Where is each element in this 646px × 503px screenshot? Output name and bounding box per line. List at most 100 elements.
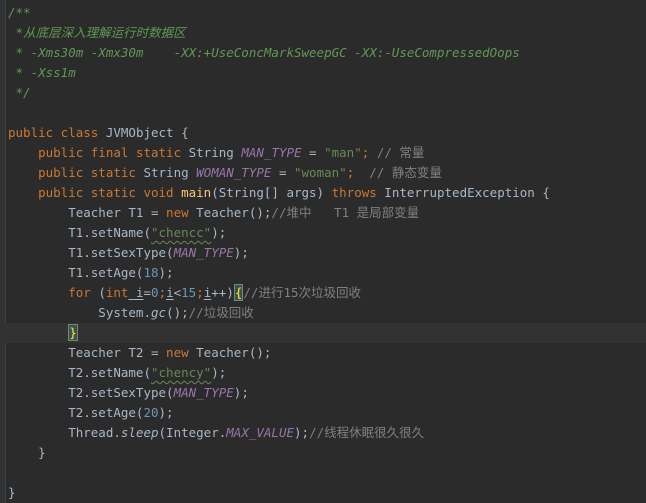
code-line-19: T2.setName("chency"); <box>8 363 226 383</box>
type-name: String <box>135 165 197 180</box>
static-method-call: sleep <box>120 425 159 440</box>
code-editor[interactable]: /** *从底层深入理解运行时数据区 * -Xms30m -Xmx30m -XX… <box>0 0 646 503</box>
statement: Teacher(); <box>188 345 272 360</box>
closing-brace: } <box>8 445 46 460</box>
closing-brace: } <box>8 485 16 500</box>
statement: ); <box>233 245 249 260</box>
statement: Teacher T1 = <box>8 205 167 220</box>
line-comment: //堆中 T1 是局部变量 <box>271 205 420 220</box>
operator: = <box>271 165 294 180</box>
line-comment: //进行15次垃圾回收 <box>243 285 361 300</box>
statement: System. <box>8 305 151 320</box>
code-line-14: T1.setAge(18); <box>8 263 174 283</box>
matched-brace: } <box>68 324 78 341</box>
code-line-1: /** <box>8 3 31 23</box>
keyword: for <box>68 285 91 300</box>
statement: T1.setAge( <box>8 265 144 280</box>
statement: Teacher(); <box>188 205 272 220</box>
statement: Teacher T2 = <box>8 345 167 360</box>
statement: ); <box>158 405 174 420</box>
code-line-23: } <box>8 443 46 463</box>
exception-type: InterruptedException { <box>376 185 550 200</box>
operator: = <box>301 145 325 160</box>
statement: (Integer. <box>158 425 227 440</box>
number-literal: 18 <box>143 265 159 280</box>
semicolon: ; <box>158 285 167 300</box>
code-line-20: T2.setSexType(MAN_TYPE); <box>8 383 249 403</box>
static-field: WOMAN_TYPE <box>196 165 272 180</box>
number-literal: 15 <box>181 285 197 300</box>
code-line-16: System.gc();//垃圾回收 <box>8 303 254 323</box>
keyword: new <box>166 205 189 220</box>
loop-variable: i <box>128 285 144 300</box>
constant-field: MAX_VALUE <box>226 425 294 440</box>
doc-comment-star: * <box>8 45 31 60</box>
line-comment: // 常量 <box>376 145 425 160</box>
loop-variable: i <box>166 285 174 300</box>
type-name: String <box>181 145 242 160</box>
string-literal: "woman" <box>294 165 347 180</box>
statement: ); <box>158 265 174 280</box>
constant-field: MAN_TYPE <box>173 245 234 260</box>
code-line-10: public static void main(String[] args) t… <box>8 183 550 203</box>
keyword: public class <box>8 125 99 140</box>
keyword: int <box>105 285 129 300</box>
code-line-15: for (int i=0;i<15;i++){//进行15次垃圾回收 <box>8 283 361 303</box>
statement: T1.setSexType( <box>8 245 174 260</box>
operator: ++) <box>211 285 234 300</box>
code-line-21: T2.setAge(20); <box>8 403 174 423</box>
number-literal: 20 <box>143 405 159 420</box>
statement: (); <box>166 305 189 320</box>
keyword: public static <box>8 165 136 180</box>
constant-field: MAN_TYPE <box>241 145 302 160</box>
code-line-13: T1.setSexType(MAN_TYPE); <box>8 243 249 263</box>
line-comment: //垃圾回收 <box>188 305 254 320</box>
editor-gutter <box>0 0 6 503</box>
paren: ( <box>90 285 106 300</box>
statement: Thread. <box>8 425 121 440</box>
parameters: (String[] args) <box>211 185 332 200</box>
code-line-2: *从底层深入理解运行时数据区 <box>8 23 186 43</box>
statement: ); <box>233 385 249 400</box>
number-literal: 0 <box>151 285 159 300</box>
string-literal: "man" <box>324 145 362 160</box>
keyword: public static void <box>8 185 182 200</box>
code-line-22: Thread.sleep(Integer.MAX_VALUE);//线程休眠很久… <box>8 423 424 443</box>
semicolon: ; <box>346 165 370 180</box>
statement: T2.setAge( <box>8 405 144 420</box>
matched-brace: { <box>233 284 244 301</box>
jvm-options-text: -Xms30m -Xmx30m -XX:+UseConcMarkSweepGC … <box>30 45 520 60</box>
operator: = <box>143 285 152 300</box>
doc-comment-text: 从底层深入理解运行时数据区 <box>23 25 186 40</box>
code-line-17-current[interactable]: } <box>0 323 646 343</box>
code-line-9: public static String WOMAN_TYPE = "woman… <box>8 163 442 183</box>
line-comment: // 静态变量 <box>369 165 442 180</box>
statement: ); <box>211 225 227 240</box>
static-method-call: gc <box>151 305 167 320</box>
semicolon: ; <box>361 145 377 160</box>
string-literal: "chency" <box>151 365 212 380</box>
doc-comment-star: * <box>8 25 24 40</box>
statement: T1.setName( <box>8 225 151 240</box>
string-literal: "chencc" <box>151 225 212 240</box>
statement: T2.setName( <box>8 365 151 380</box>
class-declaration: JVMObject { <box>98 125 189 140</box>
method-name: main <box>181 185 212 200</box>
line-comment: //线程休眠很久很久 <box>309 425 425 440</box>
code-line-18: Teacher T2 = new Teacher(); <box>8 343 271 363</box>
code-line-25: } <box>8 483 16 503</box>
doc-comment-star: * <box>8 65 31 80</box>
code-line-4: * -Xss1m <box>8 63 76 83</box>
code-line-5: */ <box>8 83 31 103</box>
statement: T2.setSexType( <box>8 385 174 400</box>
keyword: throws <box>331 185 377 200</box>
keyword: public final static <box>8 145 182 160</box>
keyword: new <box>166 345 189 360</box>
code-line-11: Teacher T1 = new Teacher();//堆中 T1 是局部变量 <box>8 203 419 223</box>
doc-comment-end: */ <box>8 85 31 100</box>
doc-comment: /** <box>8 5 31 20</box>
code-line-3: * -Xms30m -Xmx30m -XX:+UseConcMarkSweepG… <box>8 43 520 63</box>
code-line-7: public class JVMObject { <box>8 123 189 143</box>
